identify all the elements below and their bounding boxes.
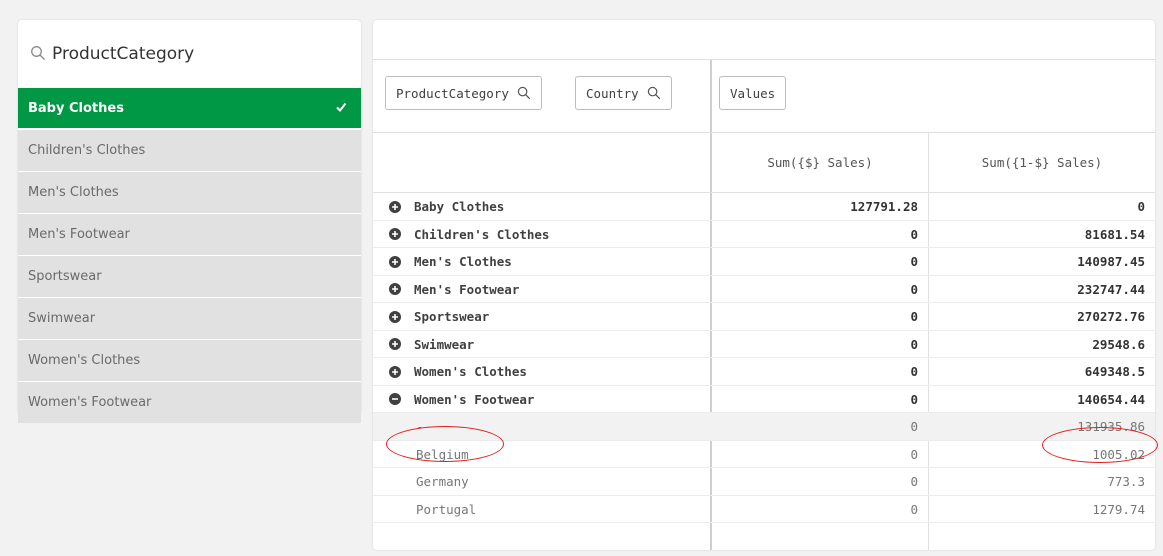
filter-item-label: Women's Footwear [28, 395, 152, 410]
search-icon[interactable] [517, 86, 531, 100]
filter-item-label: Women's Clothes [28, 353, 141, 368]
cell-value: 0 [910, 446, 918, 462]
row-header[interactable]: Women's Footwear [389, 386, 534, 413]
row-header[interactable]: Swimwear [389, 331, 474, 358]
table-row: Baby Clothes 127791.28 0 [373, 193, 1155, 221]
filter-pane: ProductCategory Baby Clothes Children's … [18, 20, 361, 423]
filter-item-childrens-clothes[interactable]: Children's Clothes [18, 130, 361, 171]
row-header[interactable]: Men's Footwear [389, 276, 519, 303]
cell-value: 127791.28 [850, 199, 918, 214]
filter-item-label: Sportswear [28, 269, 102, 284]
filter-item-label: Baby Clothes [28, 100, 124, 116]
plus-circle-icon[interactable] [389, 255, 401, 268]
filter-item-womens-footwear[interactable]: Women's Footwear [18, 382, 361, 423]
cell-value: 140654.44 [1077, 391, 1145, 407]
filter-item-womens-clothes[interactable]: Women's Clothes [18, 340, 361, 381]
row-label: Men's Footwear [414, 281, 520, 297]
filter-item-label: Swimwear [28, 311, 96, 326]
table-subrow: Portugal 0 1279.74 [373, 496, 1155, 523]
filter-item-label: Children's Clothes [28, 143, 146, 158]
plus-circle-icon[interactable] [389, 365, 401, 378]
filter-title: ProductCategory [52, 44, 195, 64]
cell-value: 0 [910, 364, 918, 379]
table-row: Children's Clothes 0 81681.54 [373, 221, 1155, 248]
cell-value: 0 [910, 474, 918, 489]
cell-value: 0 [910, 281, 918, 297]
cell-value: 0 [910, 419, 918, 434]
cell-value: 131935.86 [1077, 419, 1145, 434]
dimension-chip-productcategory[interactable]: ProductCategory [385, 76, 542, 110]
table-subrow: Germany 0 773.3 [373, 468, 1155, 496]
dimension-chip-label: Country [586, 85, 639, 101]
table-subrow: Belgium 0 1005.02 [373, 441, 1155, 468]
values-chip[interactable]: Values [719, 76, 787, 110]
cell-value: 0 [910, 336, 918, 352]
row-header[interactable]: Children's Clothes [389, 221, 549, 248]
cell-value: 270272.76 [1077, 309, 1145, 324]
filter-list: Baby Clothes Children's Clothes Men's Cl… [18, 88, 361, 423]
search-icon [31, 46, 45, 60]
column-header-excluded[interactable]: Sum({1-$} Sales) [929, 132, 1155, 192]
cell-value: 649348.5 [1084, 364, 1145, 379]
column-header-selection[interactable]: Sum({$} Sales) [712, 132, 928, 192]
subrow-label[interactable]: Belgium [416, 441, 469, 468]
dimension-chip-label: ProductCategory [396, 85, 509, 101]
table-row: Women's Footwear 0 140654.44 [373, 386, 1155, 413]
row-label: Men's Clothes [414, 254, 512, 269]
table-row: Sportswear 0 270272.76 [373, 303, 1155, 331]
filter-item-label: Men's Footwear [28, 227, 130, 242]
cell-value: 29548.6 [1092, 336, 1145, 352]
row-header[interactable]: Men's Clothes [389, 248, 512, 275]
cell-value: 81681.54 [1084, 226, 1145, 242]
cell-value: 0 [1137, 199, 1145, 214]
cell-value: 0 [910, 226, 918, 242]
cell-value: 0 [910, 501, 918, 517]
values-chip-label: Values [730, 85, 776, 101]
plus-circle-icon[interactable] [389, 200, 401, 213]
row-label: Swimwear [414, 336, 475, 352]
subrow-label[interactable]: - [416, 413, 424, 440]
cell-value: 0 [910, 309, 918, 324]
row-header[interactable]: Baby Clothes [389, 193, 504, 220]
check-icon [336, 102, 347, 113]
subrow-label[interactable]: Germany [416, 468, 469, 495]
cell-value: 140987.45 [1077, 254, 1145, 269]
row-label: Women's Footwear [414, 391, 535, 407]
filter-item-label: Men's Clothes [28, 185, 119, 200]
filter-item-mens-clothes[interactable]: Men's Clothes [18, 172, 361, 213]
table-subrow: - 0 131935.86 [373, 413, 1155, 441]
cell-value: 0 [910, 391, 918, 407]
table-row: Swimwear 0 29548.6 [373, 331, 1155, 358]
plus-circle-icon[interactable] [389, 283, 401, 295]
filter-item-swimwear[interactable]: Swimwear [18, 298, 361, 339]
pivot-table: ProductCategory Country Values Sum({$} S… [373, 20, 1155, 550]
row-label: Children's Clothes [414, 226, 550, 242]
row-header[interactable]: Women's Clothes [389, 358, 527, 385]
search-icon[interactable] [647, 86, 661, 100]
plus-circle-icon[interactable] [389, 338, 401, 350]
table-title-bar [373, 20, 1155, 60]
cell-value: 0 [910, 254, 918, 269]
cell-value: 1005.02 [1092, 446, 1145, 462]
dimension-chip-country[interactable]: Country [575, 76, 672, 110]
filter-item-sportswear[interactable]: Sportswear [18, 256, 361, 297]
subrow-label[interactable]: Portugal [416, 496, 476, 523]
table-row: Women's Clothes 0 649348.5 [373, 358, 1155, 386]
row-header[interactable]: Sportswear [389, 303, 489, 330]
filter-header[interactable]: ProductCategory [18, 20, 361, 88]
row-label: Women's Clothes [414, 364, 527, 379]
minus-circle-icon[interactable] [389, 393, 401, 405]
filter-item-mens-footwear[interactable]: Men's Footwear [18, 214, 361, 255]
row-label: Baby Clothes [414, 199, 505, 214]
table-row: Men's Clothes 0 140987.45 [373, 248, 1155, 276]
plus-circle-icon[interactable] [389, 228, 401, 240]
table-row: Men's Footwear 0 232747.44 [373, 276, 1155, 303]
cell-value: 1279.74 [1092, 501, 1145, 517]
filter-item-baby-clothes[interactable]: Baby Clothes [18, 88, 361, 129]
row-label: Sportswear [414, 309, 490, 324]
cell-value: 232747.44 [1077, 281, 1145, 297]
plus-circle-icon[interactable] [389, 310, 401, 323]
cell-value: 773.3 [1107, 474, 1145, 489]
